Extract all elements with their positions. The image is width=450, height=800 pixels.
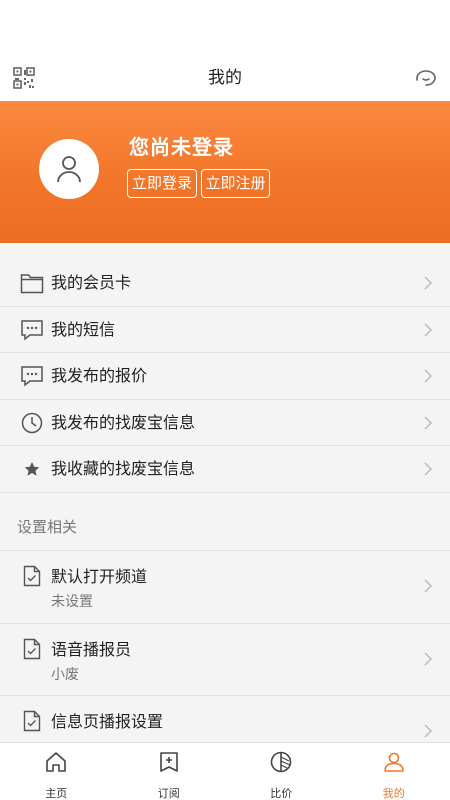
tab-compare[interactable]: 比价 bbox=[225, 743, 338, 800]
menu-item-label: 我的短信 bbox=[51, 319, 116, 339]
setting-default-channel[interactable]: 默认打开频道 未设置 bbox=[0, 551, 450, 623]
settings-section-title: 设置相关 bbox=[17, 518, 78, 536]
nav-bar: 我的 bbox=[0, 55, 450, 101]
menu-item-favorites[interactable]: 我收藏的找废宝信息 bbox=[0, 446, 450, 493]
profile-icon bbox=[383, 752, 404, 772]
setting-label: 信息页播报设置 bbox=[51, 712, 164, 731]
setting-voice-announcer[interactable]: 语音播报员 小废 bbox=[0, 624, 450, 696]
setting-value: 小废 bbox=[51, 667, 79, 683]
menu-item-my-posts[interactable]: 我发布的找废宝信息 bbox=[0, 400, 450, 446]
chevron-right-icon bbox=[424, 415, 433, 430]
menu-item-label: 我发布的报价 bbox=[51, 366, 148, 385]
subscribe-icon bbox=[159, 752, 178, 772]
tab-profile[interactable]: 我的 bbox=[338, 743, 450, 800]
chevron-right-icon bbox=[424, 369, 433, 383]
profile-header: 您尚未登录 立即登录 立即注册 bbox=[0, 101, 450, 243]
tab-subscribe[interactable]: 订阅 bbox=[113, 743, 226, 800]
menu-item-member-card[interactable]: 我的会员卡 bbox=[0, 260, 450, 307]
compare-icon bbox=[270, 751, 292, 773]
chevron-right-icon bbox=[424, 652, 433, 666]
chevron-right-icon bbox=[424, 724, 433, 738]
tab-label: 比价 bbox=[270, 787, 293, 800]
status-bar bbox=[0, 0, 450, 55]
user-icon bbox=[57, 156, 81, 183]
clock-icon bbox=[21, 412, 43, 433]
menu-item-label: 我收藏的找废宝信息 bbox=[51, 459, 196, 478]
menu-item-label: 我的会员卡 bbox=[51, 273, 132, 292]
customer-service-icon[interactable] bbox=[414, 66, 438, 90]
message-icon bbox=[21, 366, 43, 387]
chevron-right-icon bbox=[424, 579, 433, 593]
tab-home[interactable]: 主页 bbox=[0, 743, 113, 800]
setting-label: 语音播报员 bbox=[51, 640, 132, 659]
setting-label: 默认打开频道 bbox=[51, 567, 148, 586]
tab-label: 主页 bbox=[45, 787, 68, 800]
tab-label: 我的 bbox=[382, 787, 405, 800]
avatar[interactable] bbox=[39, 139, 99, 199]
document-check-icon bbox=[23, 565, 41, 587]
message-icon bbox=[21, 319, 43, 341]
document-check-icon bbox=[23, 638, 41, 660]
setting-value: 未设置 bbox=[51, 594, 93, 610]
home-icon bbox=[46, 752, 66, 772]
register-button[interactable]: 立即注册 bbox=[201, 169, 270, 198]
folder-icon bbox=[20, 274, 44, 294]
login-button[interactable]: 立即登录 bbox=[127, 169, 197, 198]
menu-item-label: 我发布的找废宝信息 bbox=[51, 412, 196, 432]
menu-item-my-quotes[interactable]: 我发布的报价 bbox=[0, 353, 450, 400]
menu-item-messages[interactable]: 我的短信 bbox=[0, 307, 450, 353]
login-status-text: 您尚未登录 bbox=[129, 135, 234, 159]
tab-label: 订阅 bbox=[157, 787, 180, 800]
star-icon bbox=[24, 462, 40, 476]
document-check-icon bbox=[23, 710, 41, 732]
divider bbox=[0, 492, 450, 493]
bottom-tab-bar: 主页 订阅 比价 我的 bbox=[0, 742, 450, 800]
menu-list: 我的会员卡 我的短信 我发布的报价 我发布的找废宝信息 我收藏的找废宝信息 bbox=[0, 260, 450, 493]
chevron-right-icon bbox=[424, 462, 433, 476]
page-title: 我的 bbox=[208, 68, 242, 88]
chevron-right-icon bbox=[424, 322, 433, 337]
chevron-right-icon bbox=[424, 276, 433, 290]
